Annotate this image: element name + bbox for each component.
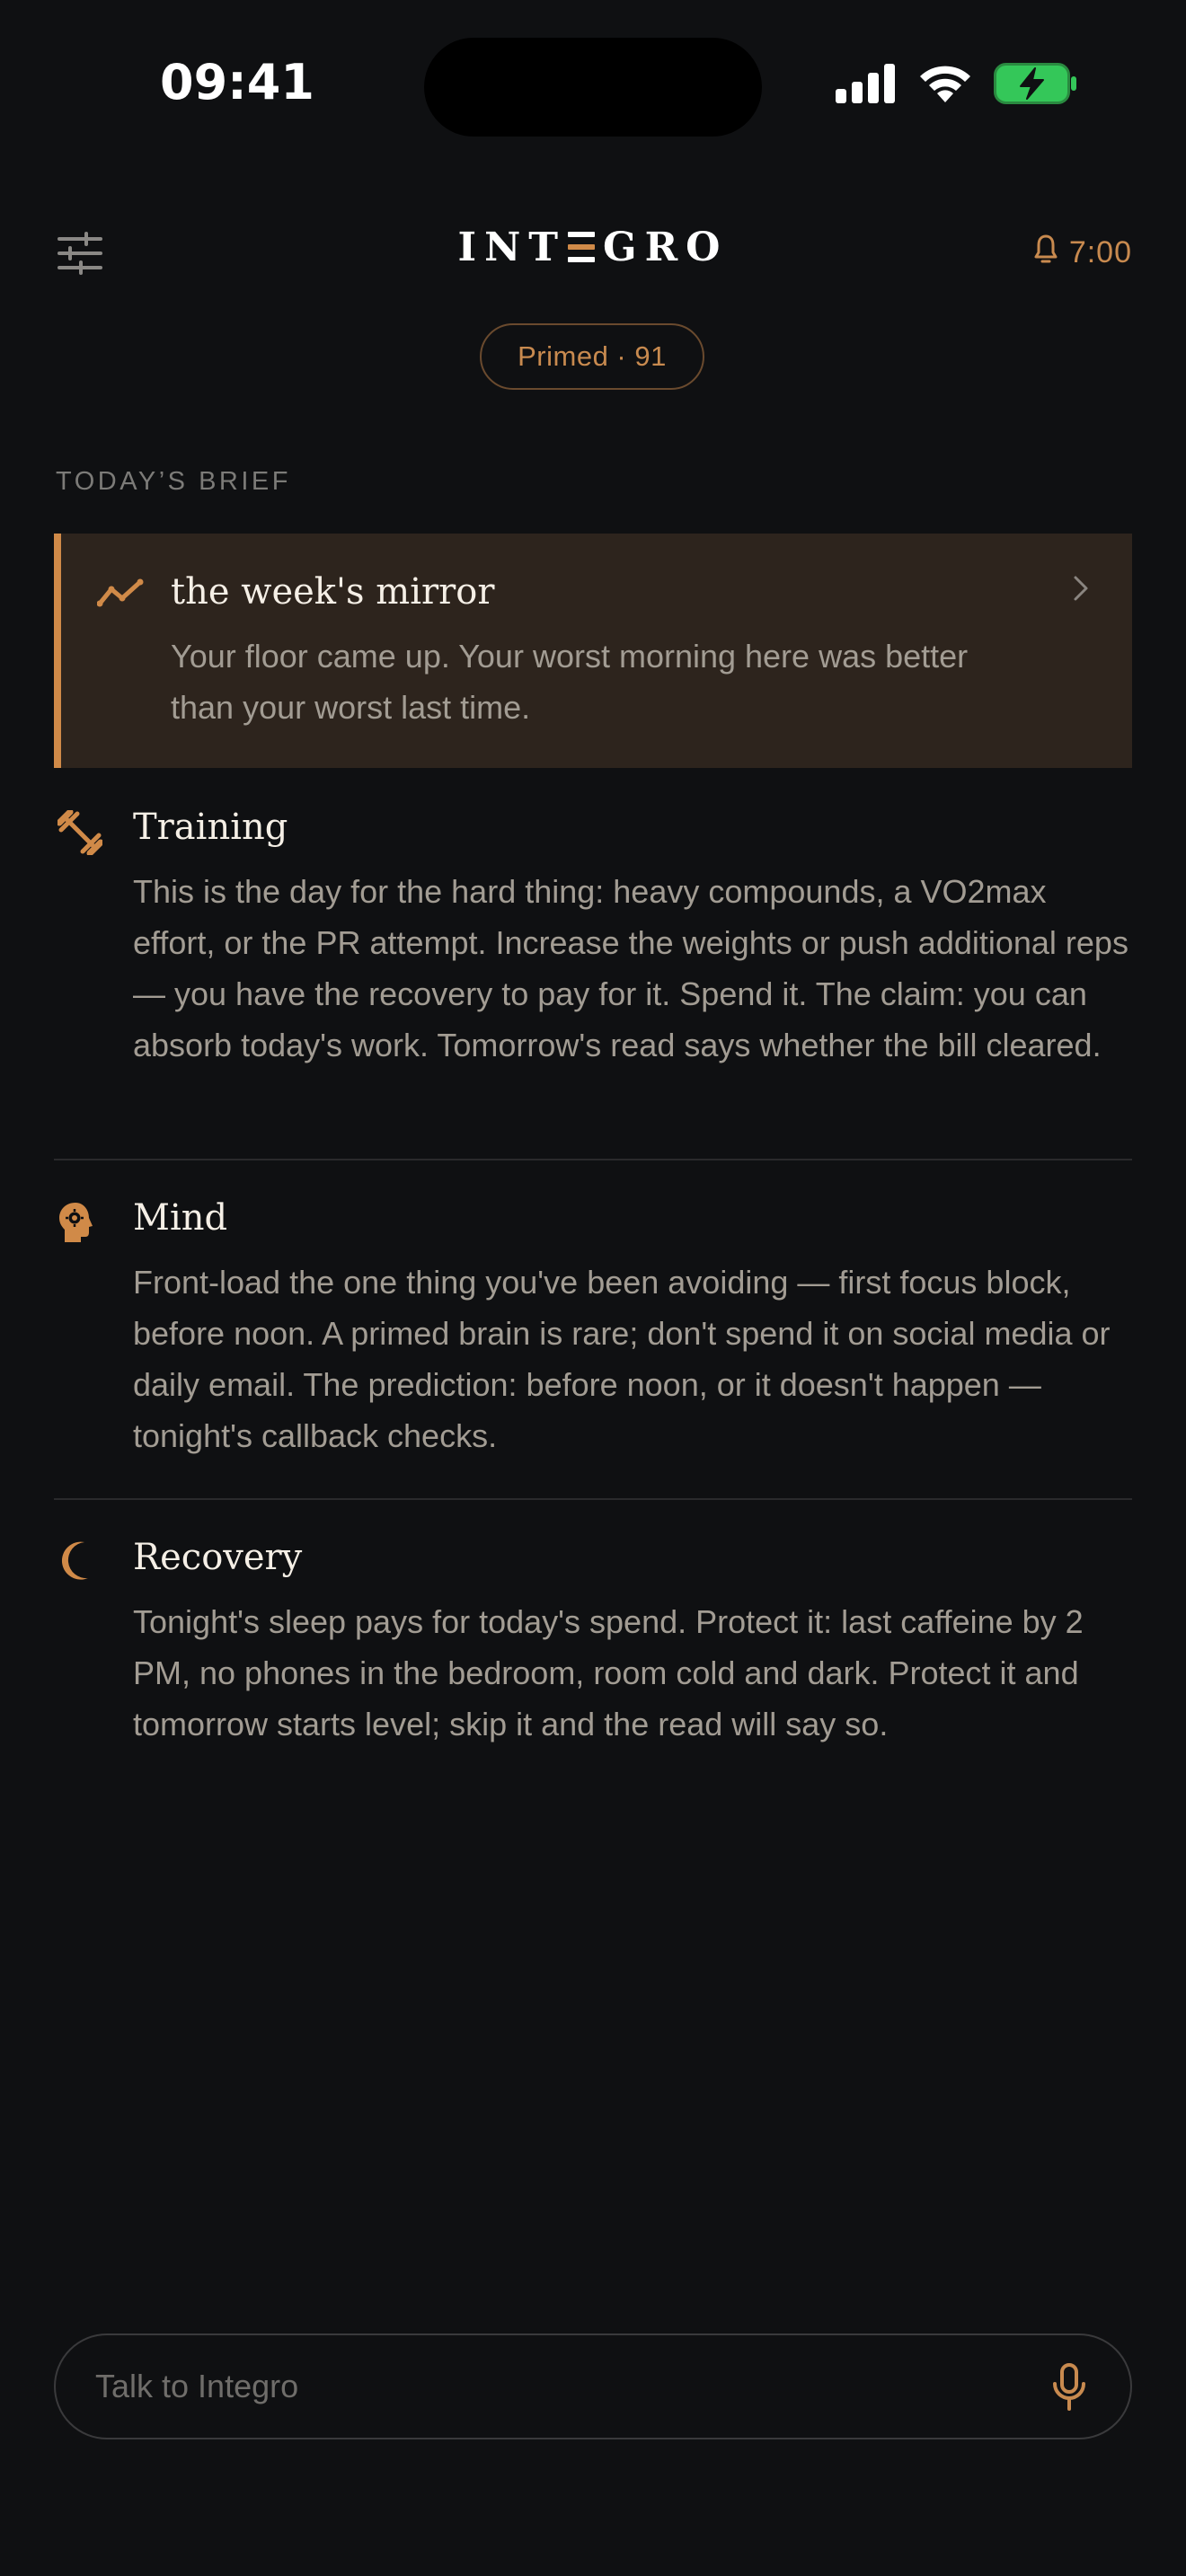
microphone-icon: [1049, 2363, 1089, 2416]
alarm-button[interactable]: 7:00: [1033, 234, 1132, 272]
brief-body: Tonight's sleep pays for today's spend. …: [133, 1603, 1084, 1742]
wifi-icon: [918, 63, 972, 109]
status-icons: [836, 63, 1078, 109]
brief-training: Training This is the day for the hard th…: [54, 807, 1132, 1121]
brief-mind: Mind Front-load the one thing you've bee…: [54, 1197, 1132, 1467]
status-time: 09:41: [160, 54, 314, 110]
brief-body: This is the day for the hard thing: heav…: [133, 873, 1128, 1063]
logo-e-mark: [568, 232, 596, 262]
chevron-right-icon: [1073, 575, 1089, 606]
bell-icon: [1033, 234, 1058, 272]
chat-input[interactable]: Talk to Integro: [54, 2333, 1132, 2439]
microphone-button[interactable]: [1049, 2362, 1089, 2413]
brief-title: Training: [133, 807, 288, 848]
battery-charging-icon: [994, 63, 1078, 109]
dumbbell-icon: [56, 808, 104, 860]
moon-icon: [58, 1540, 93, 1586]
section-label: TODAY’S BRIEF: [56, 467, 291, 496]
divider: [54, 1159, 1132, 1160]
trend-line-icon: [96, 578, 144, 612]
weekly-mirror-card[interactable]: the week's mirror Your floor came up. Yo…: [54, 534, 1132, 768]
brief-title: Mind: [133, 1197, 228, 1239]
app-header: INT GRO 7:00: [0, 216, 1186, 287]
brief-body: Front-load the one thing you've been avo…: [133, 1264, 1111, 1454]
dynamic-island: [424, 38, 762, 137]
mirror-body: Your floor came up. Your worst morning h…: [171, 638, 969, 726]
alarm-time: 7:00: [1068, 235, 1132, 269]
logo-text-end: GRO: [603, 225, 729, 270]
brief-title: Recovery: [133, 1537, 303, 1578]
divider: [54, 1498, 1132, 1500]
app-logo: INT GRO: [0, 225, 1186, 270]
mirror-title: the week's mirror: [171, 571, 495, 613]
chat-placeholder: Talk to Integro: [95, 2368, 299, 2404]
head-gear-icon: [58, 1201, 93, 1248]
cellular-signal-icon: [836, 64, 897, 108]
brief-recovery: Recovery Tonight's sleep pays for today'…: [54, 1537, 1132, 1806]
logo-text-start: INT: [457, 225, 567, 270]
readiness-chip[interactable]: Primed · 91: [480, 323, 704, 390]
status-bar: 09:41: [0, 0, 1186, 171]
